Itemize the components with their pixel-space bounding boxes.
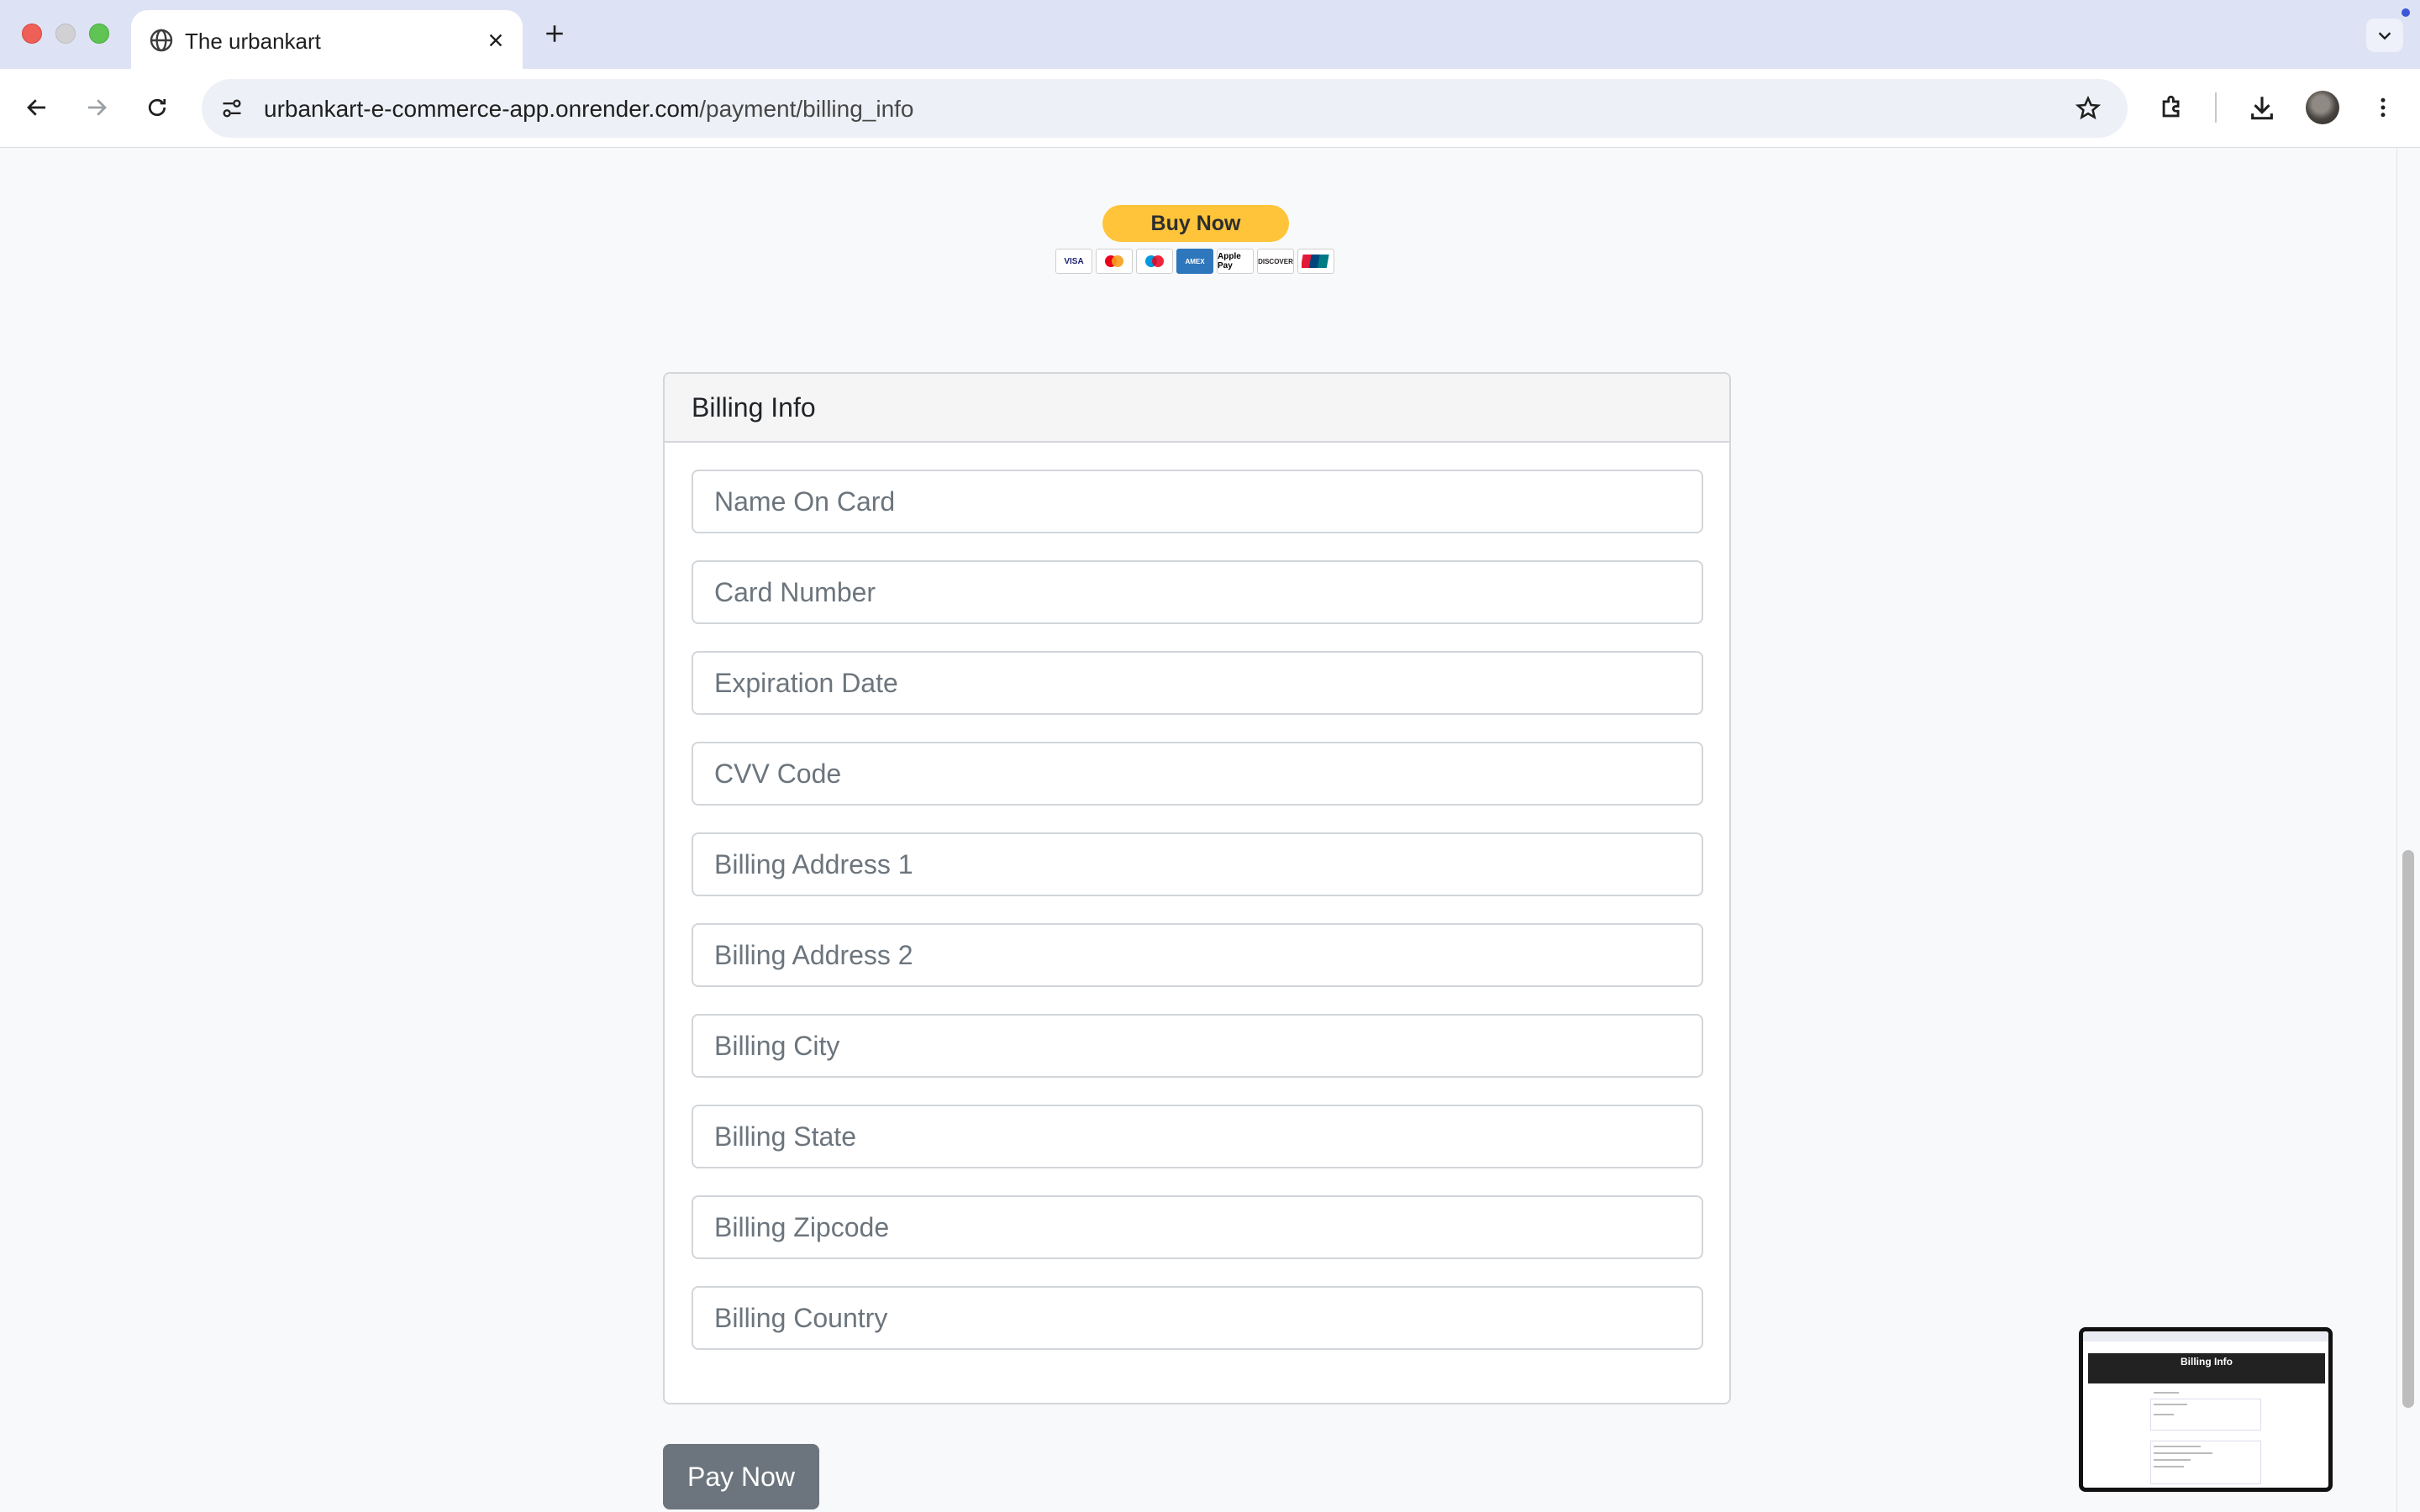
minimize-window-button[interactable] (55, 24, 76, 44)
close-tab-icon[interactable] (481, 25, 511, 55)
bookmark-star-icon[interactable] (2070, 91, 2106, 126)
expiration-date-input[interactable] (692, 651, 1703, 715)
cvv-code-input[interactable] (692, 742, 1703, 806)
browser-toolbar: urbankart-e-commerce-app.onrender.com/pa… (0, 69, 2420, 148)
visa-logo: VISA (1055, 249, 1092, 274)
tab-strip: The urbankart (0, 0, 2420, 69)
maximize-window-button[interactable] (89, 24, 109, 44)
thumbnail-browser-bar (2083, 1331, 2328, 1341)
download-icon[interactable] (2242, 87, 2282, 128)
url-text: urbankart-e-commerce-app.onrender.com/pa… (264, 96, 914, 123)
card-number-input[interactable] (692, 560, 1703, 624)
forward-arrow-icon[interactable] (76, 87, 117, 128)
billing-address-2-input[interactable] (692, 923, 1703, 987)
pay-now-button[interactable]: Pay Now (663, 1444, 819, 1509)
thumbnail-line (2154, 1446, 2201, 1447)
page-viewport: Buy Now VISA AMEX Apple Pay DISCOVER Bil… (0, 148, 2420, 1512)
scrollbar-thumb[interactable] (2402, 850, 2414, 1408)
thumbnail-title: Billing Info (2181, 1356, 2233, 1368)
toolbar-divider (2215, 92, 2217, 123)
billing-info-title: Billing Info (692, 391, 816, 423)
tab-title: The urbankart (185, 29, 321, 54)
billing-info-card: Billing Info (663, 372, 1731, 1404)
tab-search-chevron-down-icon[interactable] (2366, 18, 2403, 52)
thumbnail-line (2154, 1459, 2191, 1461)
amex-logo: AMEX (1176, 249, 1213, 274)
screenshot-preview-thumbnail[interactable]: Billing Info (2079, 1327, 2333, 1492)
maestro-logo (1136, 249, 1173, 274)
site-info-icon[interactable] (212, 88, 252, 129)
mastercard-logo (1096, 249, 1133, 274)
more-menu-icon[interactable] (2363, 87, 2403, 128)
apple-pay-logo: Apple Pay (1217, 249, 1254, 274)
billing-country-input[interactable] (692, 1286, 1703, 1350)
browser-tab[interactable]: The urbankart (131, 10, 523, 69)
extensions-puzzle-icon[interactable] (2152, 87, 2192, 128)
back-arrow-icon[interactable] (17, 87, 57, 128)
name-on-card-input[interactable] (692, 470, 1703, 533)
thumbnail-banner: Billing Info (2088, 1353, 2325, 1383)
billing-city-input[interactable] (692, 1014, 1703, 1078)
paypal-buy-now-button[interactable]: Buy Now (1102, 205, 1289, 242)
address-bar[interactable]: urbankart-e-commerce-app.onrender.com/pa… (202, 79, 2128, 138)
billing-info-header: Billing Info (665, 374, 1729, 443)
profile-avatar[interactable] (2306, 91, 2339, 124)
thumbnail-line (2154, 1452, 2212, 1454)
url-host: urbankart-e-commerce-app.onrender.com (264, 96, 700, 122)
unionpay-logo (1297, 249, 1334, 274)
discover-logo: DISCOVER (1257, 249, 1294, 274)
billing-address-1-input[interactable] (692, 832, 1703, 896)
url-path: /payment/billing_info (699, 96, 914, 122)
notification-dot (2402, 8, 2410, 17)
thumbnail-line (2154, 1404, 2187, 1405)
billing-state-input[interactable] (692, 1105, 1703, 1168)
thumbnail-line (2154, 1392, 2179, 1394)
reload-icon[interactable] (137, 87, 177, 128)
billing-zipcode-input[interactable] (692, 1195, 1703, 1259)
close-window-button[interactable] (22, 24, 42, 44)
globe-icon (148, 27, 175, 54)
thumbnail-line (2154, 1466, 2184, 1467)
thumbnail-line (2154, 1414, 2174, 1415)
accepted-cards-row: VISA AMEX Apple Pay DISCOVER (1055, 249, 1334, 274)
new-tab-icon[interactable] (538, 17, 571, 50)
